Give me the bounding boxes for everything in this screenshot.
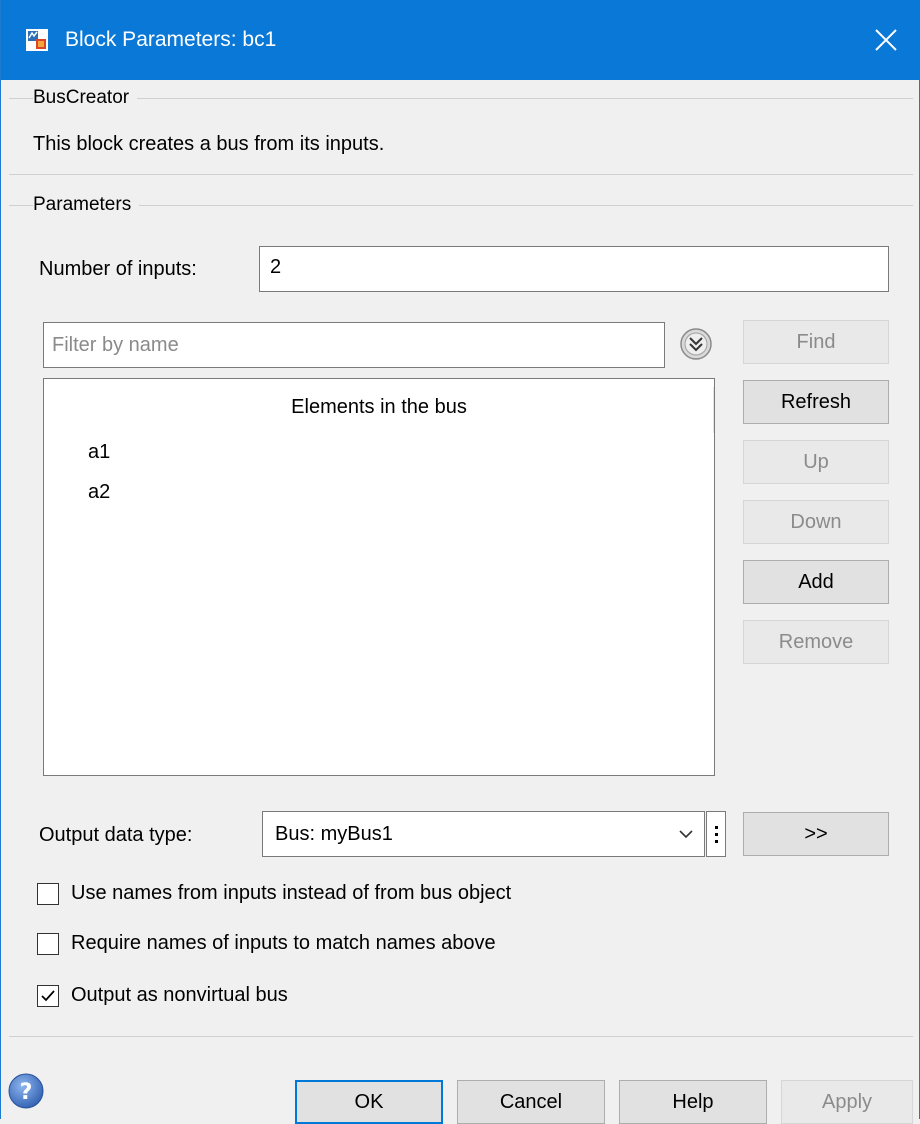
checkmark-icon <box>41 990 55 1002</box>
window-title: Block Parameters: bc1 <box>65 28 277 51</box>
output-nonvirtual-bus-checkbox[interactable] <box>37 985 59 1007</box>
output-data-type-select[interactable]: Bus: myBus1 <box>262 811 705 857</box>
parameters-group-divider <box>9 205 913 206</box>
checkbox-label: Output as nonvirtual bus <box>71 984 288 1006</box>
down-button[interactable]: Down <box>743 500 889 544</box>
help-button[interactable]: Help <box>619 1080 767 1124</box>
chevron-double-down-icon <box>680 328 712 360</box>
vertical-ellipsis-icon <box>715 840 718 843</box>
list-item[interactable]: a2 <box>88 480 110 504</box>
block-parameters-dialog: Block Parameters: bc1 BusCreator This bl… <box>0 0 920 1124</box>
vertical-ellipsis-icon <box>715 826 718 829</box>
up-button[interactable]: Up <box>743 440 889 484</box>
apply-button[interactable]: Apply <box>781 1080 913 1124</box>
add-button[interactable]: Add <box>743 560 889 604</box>
block-group-bottom-divider <box>9 174 913 175</box>
output-data-type-label: Output data type: <box>39 824 193 846</box>
footer-divider <box>9 1036 913 1037</box>
svg-text:?: ? <box>20 1080 33 1105</box>
ok-button[interactable]: OK <box>295 1080 443 1124</box>
output-data-type-value: Bus: myBus1 <box>275 823 393 845</box>
list-header-divider <box>713 387 714 433</box>
use-names-from-inputs-checkbox[interactable] <box>37 883 59 905</box>
help-icon[interactable]: ? <box>7 1072 45 1110</box>
close-button[interactable] <box>851 0 920 80</box>
filter-options-button[interactable] <box>679 327 713 361</box>
num-inputs-field[interactable]: 2 <box>259 246 889 292</box>
data-type-assistant-button[interactable]: >> <box>743 812 889 856</box>
refresh-button[interactable]: Refresh <box>743 380 889 424</box>
chevron-down-icon <box>679 830 693 839</box>
list-header: Elements in the bus <box>291 396 467 418</box>
checkbox-label: Use names from inputs instead of from bu… <box>71 882 512 904</box>
block-group-divider <box>9 98 913 99</box>
simulink-block-icon <box>25 28 49 52</box>
cancel-button[interactable]: Cancel <box>457 1080 605 1124</box>
title-bar: Block Parameters: bc1 <box>1 0 920 80</box>
data-type-options-button[interactable] <box>706 811 726 857</box>
block-description: This block creates a bus from its inputs… <box>33 133 385 155</box>
remove-button[interactable]: Remove <box>743 620 889 664</box>
close-icon <box>875 29 897 51</box>
checkbox-label: Require names of inputs to match names a… <box>71 932 496 954</box>
require-names-checkbox[interactable] <box>37 933 59 955</box>
find-button[interactable]: Find <box>743 320 889 364</box>
vertical-ellipsis-icon <box>715 833 718 836</box>
block-group-label: BusCreator <box>33 86 138 110</box>
bus-elements-list[interactable]: Elements in the bus a1 a2 <box>43 378 715 776</box>
list-item[interactable]: a1 <box>88 440 110 464</box>
parameters-group-label: Parameters <box>33 193 140 217</box>
filter-by-name-input[interactable] <box>43 322 665 368</box>
num-inputs-label: Number of inputs: <box>39 258 197 280</box>
